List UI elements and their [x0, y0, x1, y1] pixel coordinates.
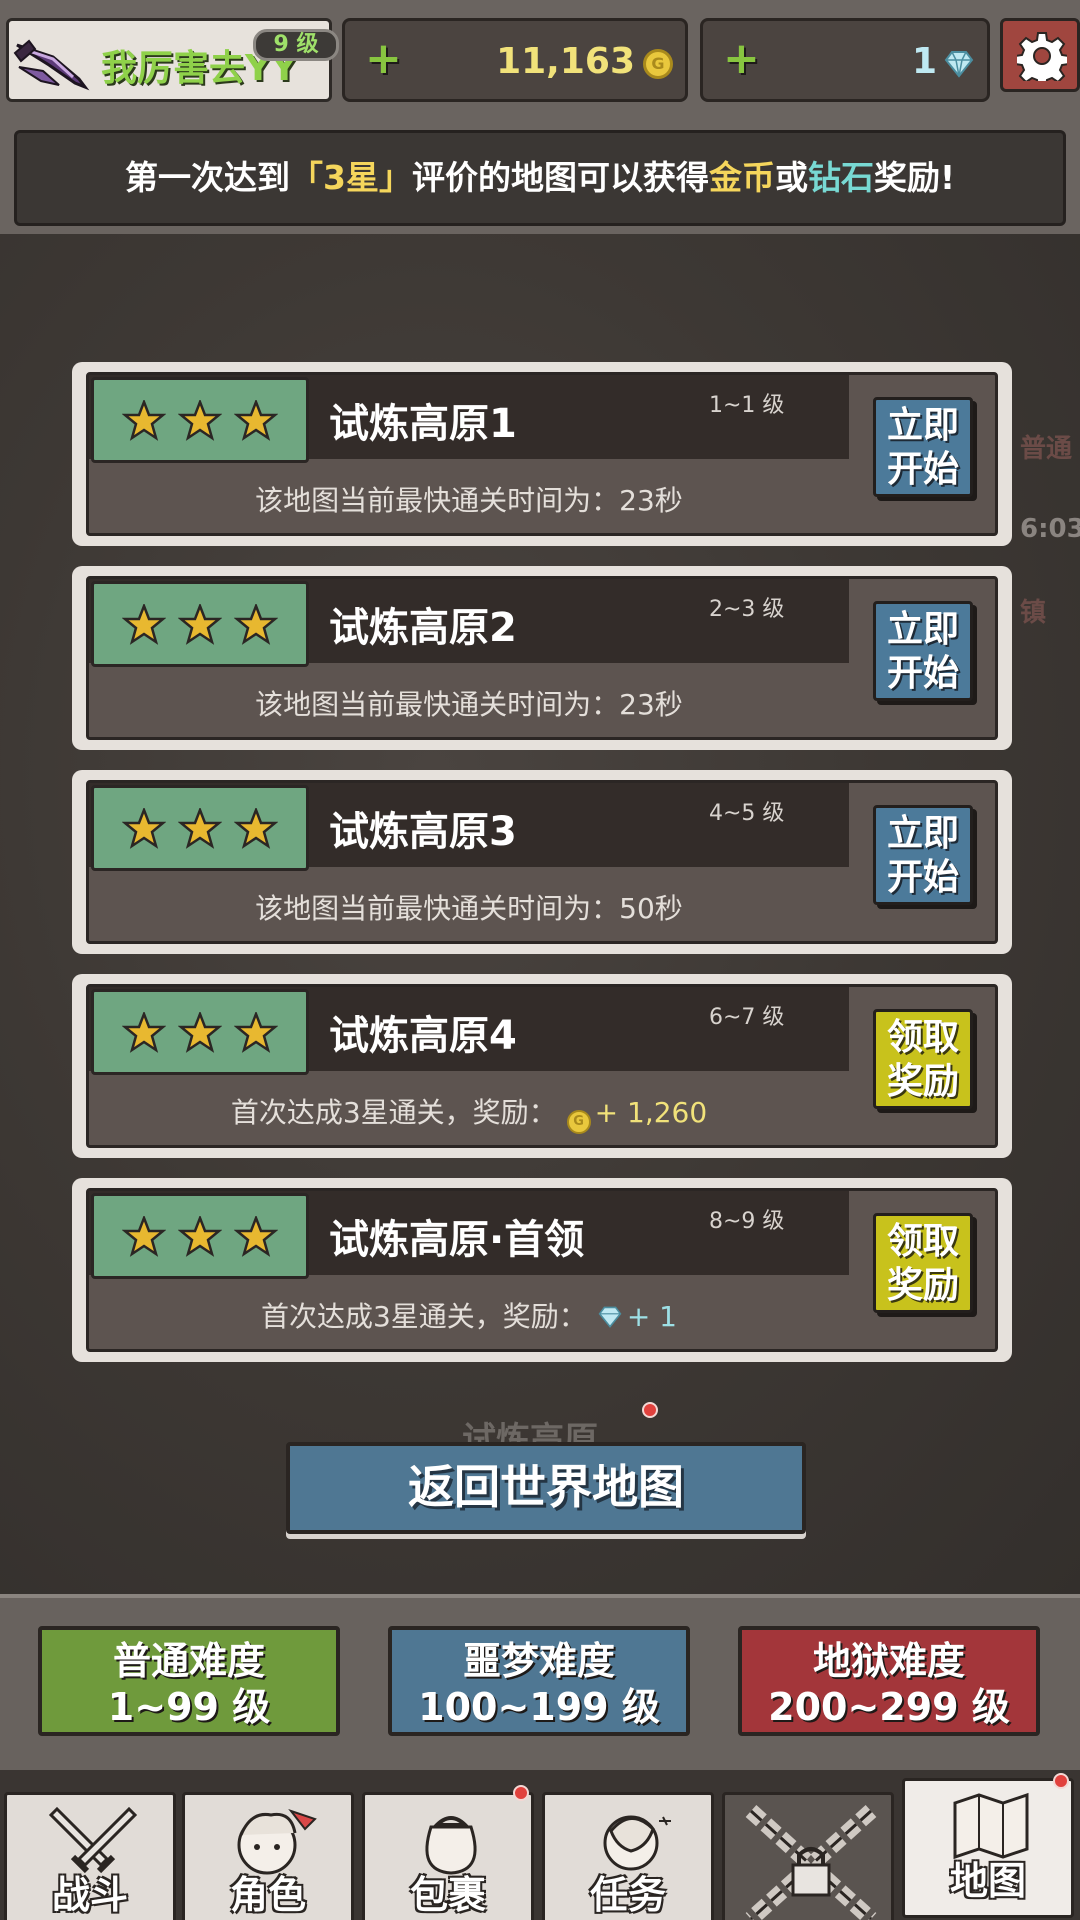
stage-title: 试炼高原3 [329, 809, 517, 855]
banner-area: 第一次达到「3星」评价的地图可以获得金币或钻石奖励! [0, 118, 1080, 234]
banner-star-text: 「3星」 [289, 158, 412, 197]
bottom-navigation: 战斗 角色 包裹 任务 地图 [0, 1770, 1080, 1920]
nav-tab-character[interactable]: 角色 [182, 1792, 354, 1920]
banner-text-2: 评价的地图可以获得 [411, 158, 709, 197]
nav-tab-quest[interactable]: 任务 [542, 1792, 714, 1920]
stage-title: 试炼高原4 [329, 1013, 517, 1059]
coin-counter: + 11,163 G [342, 18, 688, 102]
stage-card: 试炼高原3 4~5 级 该地图当前最快通关时间为：50秒 立即 开始 [72, 770, 1012, 954]
start-stage-button[interactable]: 立即 开始 [873, 805, 973, 905]
start-stage-button[interactable]: 立即 开始 [873, 397, 973, 497]
nav-label: 包裹 [409, 1873, 486, 1917]
notification-dot [513, 1785, 529, 1801]
diamond-icon [944, 51, 974, 78]
star-icon [234, 808, 278, 849]
reward-label: 首次达成3星通关，奖励： [260, 1300, 587, 1333]
stage-level-range: 8~9 级 [709, 1209, 785, 1234]
start-stage-button[interactable]: 立即 开始 [873, 601, 973, 701]
banner-gold-text: 金币 [708, 158, 775, 197]
difficulty-nightmare-button[interactable]: 噩梦难度 100~199 级 [388, 1626, 690, 1736]
stage-best-time: 该地图当前最快通关时间为：23秒 [255, 688, 683, 721]
map-side-time: 6:03 [1020, 514, 1080, 544]
star-icon [122, 1216, 166, 1257]
stage-reward: 首次达成3星通关，奖励： + 1 [89, 1295, 849, 1335]
stage-title: 试炼高原2 [329, 605, 517, 651]
chains-lock-icon [745, 1805, 877, 1920]
settings-button[interactable] [1000, 18, 1080, 92]
return-world-map-button[interactable]: 返回世界地图 [286, 1442, 806, 1534]
banner-text-4: 奖励! [873, 158, 956, 197]
stage-best-time: 该地图当前最快通关时间为：50秒 [255, 892, 683, 925]
stage-level-range: 2~3 级 [709, 597, 785, 622]
stage-level-range: 4~5 级 [709, 801, 785, 826]
stage-card: 试炼高原·首领 8~9 级 首次达成3星通关，奖励： + 1 领取 奖励 [72, 1178, 1012, 1362]
gear-icon [1017, 32, 1067, 81]
stage-title: 试炼高原1 [329, 401, 517, 447]
stage-stars [91, 989, 309, 1075]
star-icon [178, 808, 222, 849]
stage-best-time: 该地图当前最快通关时间为：23秒 [255, 484, 683, 517]
coin-amount: 11,163 [496, 41, 635, 82]
reward-amount: + 1 [626, 1300, 677, 1333]
map-side-label: 普通 [1020, 434, 1073, 464]
star-icon [178, 400, 222, 441]
gem-counter: + 1 [700, 18, 990, 102]
coin-icon: G [566, 1110, 591, 1134]
stage-stars [91, 1193, 309, 1279]
nav-label: 任务 [589, 1873, 666, 1917]
notification-dot [1053, 1773, 1069, 1789]
star-icon [234, 400, 278, 441]
nav-label: 地图 [949, 1859, 1026, 1903]
three-star-reward-banner: 第一次达到「3星」评价的地图可以获得金币或钻石奖励! [14, 130, 1066, 226]
notification-dot [642, 1402, 658, 1418]
star-icon [234, 604, 278, 645]
nav-tab-locked[interactable] [722, 1792, 894, 1920]
star-icon [234, 1216, 278, 1257]
claim-reward-button[interactable]: 领取 奖励 [873, 1009, 973, 1109]
stage-card: 试炼高原2 2~3 级 该地图当前最快通关时间为：23秒 立即 开始 [72, 566, 1012, 750]
stage-stars [91, 377, 309, 463]
player-level-badge: 9 级 [253, 29, 339, 61]
difficulty-hell-button[interactable]: 地狱难度 200~299 级 [738, 1626, 1040, 1736]
difficulty-normal-button[interactable]: 普通难度 1~99 级 [38, 1626, 340, 1736]
stage-stars [91, 581, 309, 667]
stage-level-range: 1~1 级 [709, 393, 785, 418]
star-icon [122, 808, 166, 849]
star-icon [178, 1216, 222, 1257]
dagger-avatar-icon [13, 39, 90, 91]
diamond-icon [598, 1306, 622, 1328]
add-coins-button[interactable]: + [365, 37, 402, 81]
add-gems-button[interactable]: + [723, 37, 760, 81]
nav-label: 角色 [229, 1873, 306, 1917]
nav-tab-battle[interactable]: 战斗 [4, 1792, 176, 1920]
star-icon [122, 604, 166, 645]
nav-tab-map[interactable]: 地图 [902, 1773, 1074, 1918]
nav-label: 战斗 [51, 1873, 128, 1917]
stage-stars [91, 785, 309, 871]
nav-tab-bag[interactable]: 包裹 [362, 1785, 534, 1920]
banner-gem-text: 钻石 [807, 158, 874, 197]
stage-card: 试炼高原1 1~1 级 该地图当前最快通关时间为：23秒 立即 开始 [72, 362, 1012, 546]
coin-icon: G [643, 49, 673, 79]
star-icon [122, 1012, 166, 1053]
top-bar: 我厉害去YY 9 级 + 11,163 G + 1 [0, 0, 1080, 118]
banner-text-1: 第一次达到 [124, 158, 290, 197]
star-icon [178, 1012, 222, 1053]
star-icon [122, 400, 166, 441]
stage-reward: 首次达成3星通关，奖励： G + 1,260 [89, 1091, 849, 1134]
claim-reward-button[interactable]: 领取 奖励 [873, 1213, 973, 1313]
star-icon [178, 604, 222, 645]
stage-card: 试炼高原4 6~7 级 首次达成3星通关，奖励： G + 1,260 领取 奖励 [72, 974, 1012, 1158]
reward-label: 首次达成3星通关，奖励： [230, 1096, 557, 1129]
stage-title: 试炼高原·首领 [329, 1217, 585, 1263]
gem-amount: 1 [911, 41, 937, 82]
player-profile[interactable]: 我厉害去YY 9 级 [6, 18, 339, 102]
banner-text-3: 或 [774, 158, 808, 197]
star-icon [234, 1012, 278, 1053]
reward-amount: + 1,260 [594, 1096, 708, 1129]
difficulty-selector: 普通难度 1~99 级 噩梦难度 100~199 级 地狱难度 200~299 级 [0, 1594, 1080, 1770]
stage-level-range: 6~7 级 [709, 1005, 785, 1030]
map-side-label-bottom: 镇 [1020, 598, 1047, 628]
